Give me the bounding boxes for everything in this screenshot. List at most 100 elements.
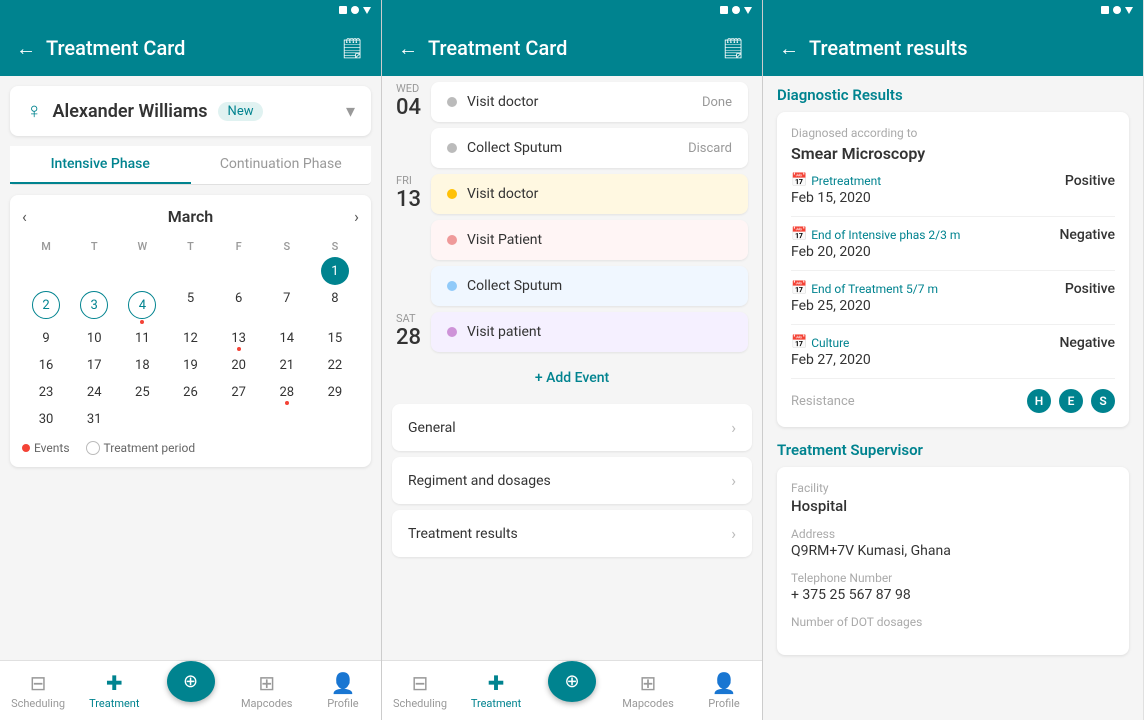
resistance-row: Resistance H E S [791, 389, 1115, 413]
event-visit-doctor-wed[interactable]: Visit doctor Done [431, 82, 748, 122]
cal-day-1[interactable]: 1 [321, 257, 349, 285]
cal-day-22[interactable]: 22 [311, 352, 359, 379]
section-results-arrow: › [731, 524, 736, 543]
legend-period-circle [86, 441, 100, 455]
patient-card[interactable]: ♀ Alexander Williams New ▾ [10, 86, 371, 136]
cal-day-8[interactable]: 8 [311, 285, 359, 325]
event-date-info-fri: FRI 13 [396, 174, 421, 212]
scheduling-icon-2: ⊟ [412, 671, 429, 695]
header-1: ← Treatment Card 🗒 [0, 20, 381, 76]
nav-scheduling-label-2: Scheduling [393, 697, 447, 710]
back-button-2[interactable]: ← [398, 36, 418, 61]
diag-date-culture: Feb 27, 2020 [791, 352, 1059, 368]
back-button-3[interactable]: ← [779, 36, 799, 61]
calendar-prev-button[interactable]: ‹ [22, 207, 27, 226]
fab-icon-1: ⊕ [183, 671, 198, 692]
event-visit-doctor-fri[interactable]: Visit doctor [431, 174, 748, 214]
event-date-wed: WED 04 Visit doctor Done [392, 82, 752, 168]
cal-day-12[interactable]: 12 [166, 325, 214, 352]
event-dot-sputum-wed [447, 143, 457, 153]
cal-day-2[interactable]: 2 [32, 291, 60, 319]
cal-day-10[interactable]: 10 [70, 325, 118, 352]
cal-day-18[interactable]: 18 [118, 352, 166, 379]
bottom-nav-2: ⊟ Scheduling ✚ Treatment ⊕ ⊞ Mapcodes 👤 … [382, 660, 762, 720]
cal-day-6[interactable]: 6 [215, 285, 263, 325]
bottom-nav-1: ⊟ Scheduling ✚ Treatment ⊕ ⊞ Mapcodes 👤 … [0, 660, 381, 720]
cal-day-28[interactable]: 28 [263, 379, 311, 406]
cal-day-16[interactable]: 16 [22, 352, 70, 379]
section-general[interactable]: General › [392, 404, 752, 451]
calendar-next-button[interactable]: › [354, 207, 359, 226]
event-visit-patient-sat[interactable]: Visit patient [431, 312, 748, 352]
cal-day-21[interactable]: 21 [263, 352, 311, 379]
cal-day-19[interactable]: 19 [166, 352, 214, 379]
section-results[interactable]: Treatment results › [392, 510, 752, 557]
header-title-2: Treatment Card [428, 36, 567, 60]
cal-day-3[interactable]: 3 [80, 291, 108, 319]
cal-day-29[interactable]: 29 [311, 379, 359, 406]
sb-circle-2 [732, 6, 740, 14]
nav-treatment-1[interactable]: ✚ Treatment [76, 661, 152, 720]
supervisor-section-title: Treatment Supervisor [777, 441, 1129, 459]
nav-fab-2[interactable]: ⊕ [534, 661, 610, 720]
fab-button-1[interactable]: ⊕ [167, 661, 215, 702]
event-collect-sputum-wed[interactable]: Collect Sputum Discard [431, 128, 748, 168]
nav-scheduling-2[interactable]: ⊟ Scheduling [382, 661, 458, 720]
cal-day-25[interactable]: 25 [118, 379, 166, 406]
cal-day-9[interactable]: 9 [22, 325, 70, 352]
nav-mapcodes-1[interactable]: ⊞ Mapcodes [229, 661, 305, 720]
calendar-icon-pretreatment: 📅 [791, 173, 807, 188]
day-header-fri: F [215, 236, 263, 257]
add-event-button[interactable]: + Add Event [382, 358, 762, 398]
event-list-fri: Visit doctor Visit Patient [431, 174, 748, 306]
cal-day-24[interactable]: 24 [70, 379, 118, 406]
cal-empty [22, 257, 70, 285]
treatment-icon-2: ✚ [488, 671, 505, 695]
back-button-1[interactable]: ← [16, 36, 36, 61]
nav-mapcodes-label-2: Mapcodes [622, 697, 674, 710]
tab-intensive-phase[interactable]: Intensive Phase [10, 146, 191, 184]
section-regiment[interactable]: Regiment and dosages › [392, 457, 752, 504]
legend-period-label: Treatment period [104, 441, 196, 455]
event-name-visit-wed: Visit doctor [467, 94, 538, 110]
nav-fab-1[interactable]: ⊕ [152, 661, 228, 720]
mapcodes-icon-2: ⊞ [640, 671, 657, 695]
diag-row-culture: 📅 Culture Feb 27, 2020 Negative [791, 335, 1115, 379]
diag-result-culture: Negative [1059, 335, 1115, 351]
event-visit-patient-fri[interactable]: Visit Patient [431, 220, 748, 260]
nav-profile-1[interactable]: 👤 Profile [305, 661, 381, 720]
cal-day-23[interactable]: 23 [22, 379, 70, 406]
nav-mapcodes-2[interactable]: ⊞ Mapcodes [610, 661, 686, 720]
cal-day-31[interactable]: 31 [70, 406, 118, 433]
sb-triangle-1 [363, 7, 371, 14]
cal-empty [215, 257, 263, 285]
cal-day-14[interactable]: 14 [263, 325, 311, 352]
cal-day-27[interactable]: 27 [215, 379, 263, 406]
nav-treatment-2[interactable]: ✚ Treatment [458, 661, 534, 720]
cal-day-4[interactable]: 4 [118, 285, 166, 325]
day-header-sat: S [263, 236, 311, 257]
nav-scheduling-1[interactable]: ⊟ Scheduling [0, 661, 76, 720]
event-left-visit-fri: Visit doctor [447, 186, 538, 202]
cal-day-30[interactable]: 30 [22, 406, 70, 433]
cal-day-11[interactable]: 11 [118, 325, 166, 352]
day-header-thu: T [166, 236, 214, 257]
cal-day-15[interactable]: 15 [311, 325, 359, 352]
event-date-info-wed: WED 04 [396, 82, 421, 120]
day-header-sun: S [311, 236, 359, 257]
cal-day-20[interactable]: 20 [215, 352, 263, 379]
tab-continuation-phase[interactable]: Continuation Phase [191, 146, 372, 184]
cal-day-17[interactable]: 17 [70, 352, 118, 379]
cal-day-13[interactable]: 13 [215, 325, 263, 352]
fab-icon-2: ⊕ [564, 671, 579, 692]
calendar-icon-intensive: 📅 [791, 227, 807, 242]
patient-badge: New [218, 102, 264, 121]
phase-tabs: Intensive Phase Continuation Phase [10, 146, 371, 185]
event-left-sputum-wed: Collect Sputum [447, 140, 562, 156]
cal-day-26[interactable]: 26 [166, 379, 214, 406]
fab-button-2[interactable]: ⊕ [548, 661, 596, 702]
nav-profile-2[interactable]: 👤 Profile [686, 661, 762, 720]
event-collect-sputum-fri[interactable]: Collect Sputum [431, 266, 748, 306]
cal-day-5[interactable]: 5 [166, 285, 214, 325]
cal-day-7[interactable]: 7 [263, 285, 311, 325]
